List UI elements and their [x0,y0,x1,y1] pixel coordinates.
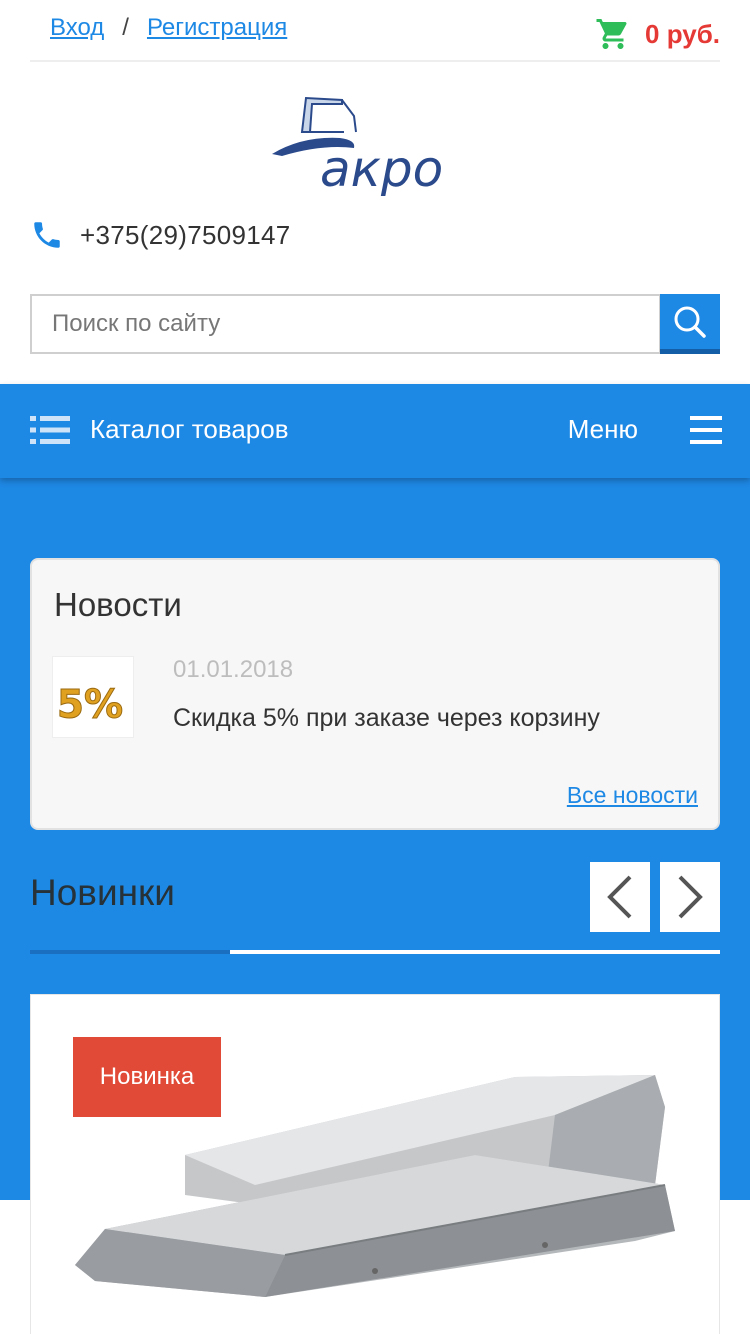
section-underline [230,950,720,954]
top-bar: Вход / Регистрация 0 руб. [30,0,720,62]
auth-links: Вход / Регистрация [50,14,287,42]
hamburger-icon [690,415,722,444]
catalog-button[interactable]: Каталог товаров [30,414,289,445]
news-date: 01.01.2018 [173,656,294,683]
news-title: Новости [54,586,182,623]
new-products-title: Новинки [30,872,175,913]
carousel-prev-button[interactable] [590,862,650,932]
chevron-left-icon [607,875,632,919]
news-block: Новости 5% 01.01.2018 Скидка 5% при зака… [30,558,720,830]
search-input[interactable] [30,294,661,354]
product-card[interactable]: Новинка [30,994,720,1334]
new-badge: Новинка [73,1037,221,1117]
chevron-right-icon [678,875,703,919]
list-icon [30,415,70,444]
phone-icon [34,222,60,248]
news-item-link[interactable]: Скидка 5% при заказе через корзину [173,704,600,733]
cart[interactable]: 0 руб. [595,16,720,52]
phone-number: +375(29)7509147 [80,219,291,250]
cart-icon [596,19,627,49]
section-underline-active [30,950,230,954]
site-logo[interactable]: акро [262,92,492,196]
logo-text: акро [320,140,443,196]
search-form [30,294,720,354]
news-thumbnail[interactable]: 5% [52,656,134,738]
menu-button[interactable]: Меню [568,414,722,445]
news-thumbnail-text: 5% [57,682,123,727]
menu-label: Меню [567,414,638,444]
register-link[interactable]: Регистрация [147,14,287,41]
all-news-link[interactable]: Все новости [567,782,698,809]
cart-total: 0 руб. [645,18,720,49]
phone[interactable]: +375(29)7509147 [30,218,291,252]
catalog-label: Каталог товаров [90,414,289,444]
login-link[interactable]: Вход [50,14,104,41]
search-icon [674,306,706,338]
nav-bar: Каталог товаров Меню [0,384,750,478]
carousel-next-button[interactable] [660,862,720,932]
auth-separator: / [122,14,129,41]
search-button[interactable] [660,294,720,354]
